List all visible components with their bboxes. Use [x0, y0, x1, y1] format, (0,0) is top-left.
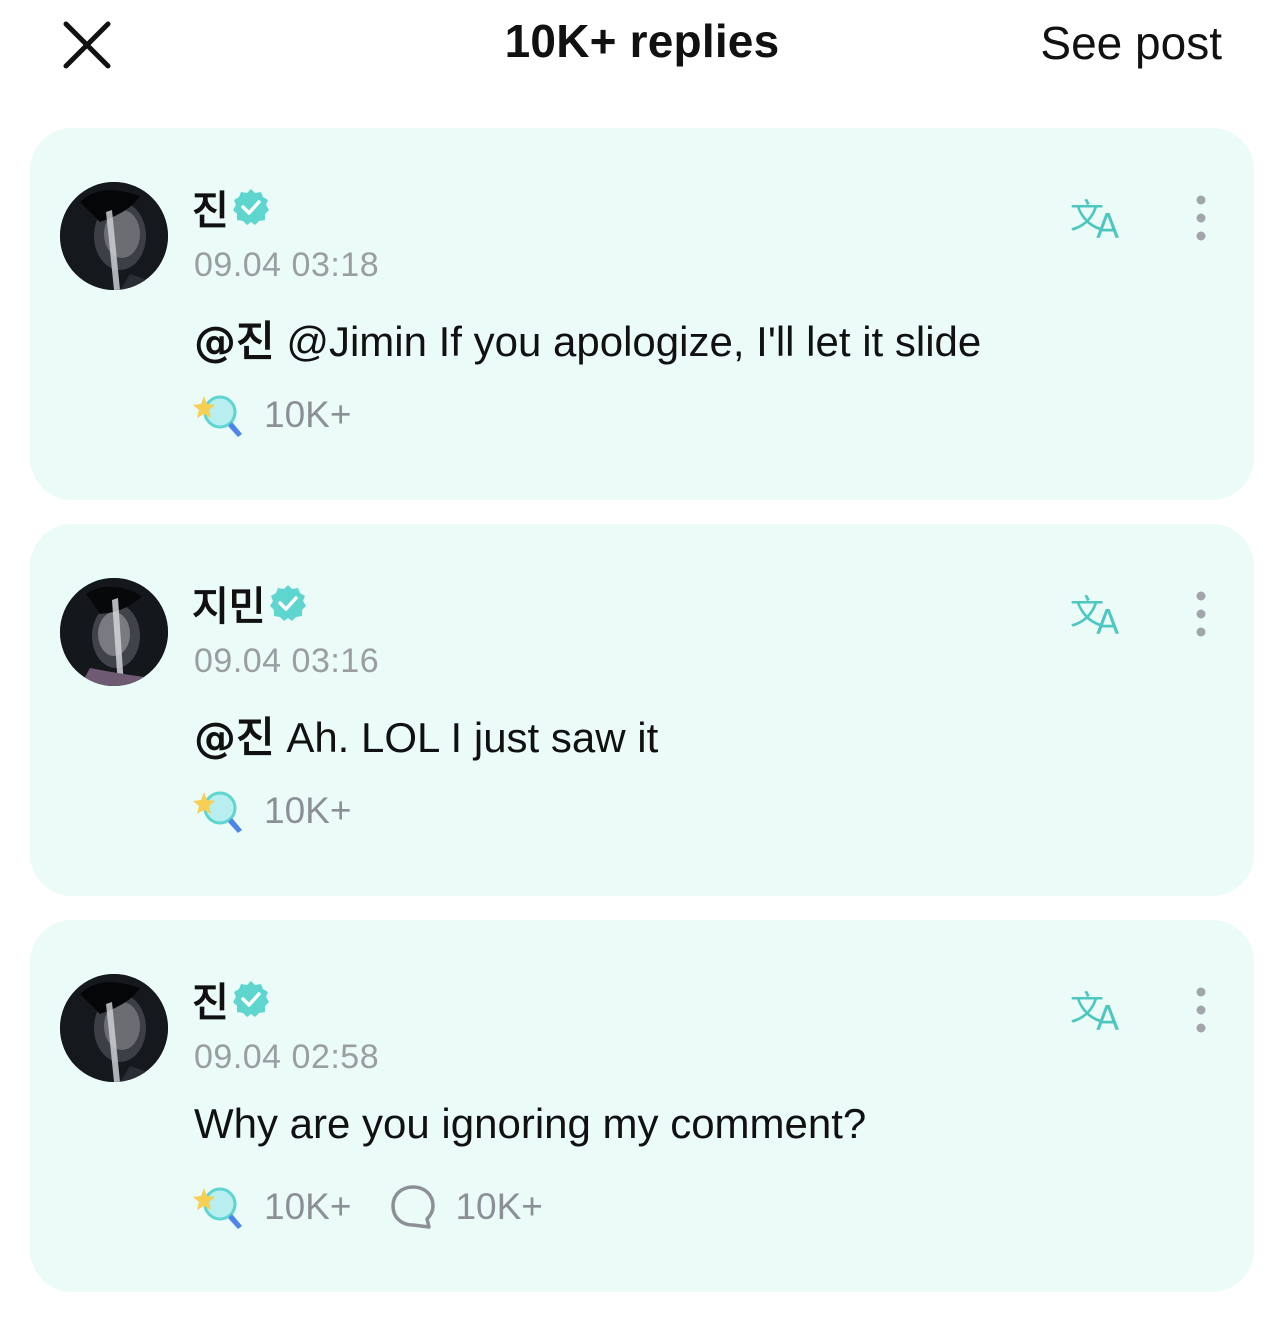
star-lightstick-reaction-icon[interactable]: [192, 390, 246, 440]
comment-card: 지민 09.04 03:16 @진 Ah. LOL I just saw it …: [30, 524, 1254, 896]
mention[interactable]: @진: [194, 317, 275, 366]
translate-icon[interactable]: 文 A: [1070, 984, 1134, 1036]
verified-badge-icon: [232, 189, 269, 225]
comment-body: Why are you ignoring my comment?: [194, 1100, 867, 1147]
avatar[interactable]: [60, 578, 168, 686]
comment-footer: 10K+ 10K+: [192, 1182, 543, 1232]
comment-text: @진 Ah. LOL I just saw it: [194, 704, 658, 765]
timestamp: 09.04 03:16: [194, 642, 380, 680]
avatar[interactable]: [60, 182, 168, 290]
timestamp: 09.04 03:18: [194, 246, 380, 284]
avatar[interactable]: [60, 974, 168, 1082]
author-row: 진: [192, 182, 271, 234]
mention[interactable]: @진: [194, 713, 275, 762]
svg-text:A: A: [1096, 999, 1119, 1036]
comment-text: Why are you ignoring my comment?: [194, 1100, 866, 1148]
timestamp: 09.04 02:58: [194, 1038, 380, 1076]
author-name[interactable]: 진: [192, 178, 229, 236]
star-lightstick-reaction-icon[interactable]: [192, 786, 246, 836]
reaction-count: 10K+: [264, 790, 352, 831]
translate-icon[interactable]: 文 A: [1070, 192, 1134, 244]
verified-badge-icon: [269, 585, 306, 621]
speech-bubble-icon[interactable]: [389, 1183, 437, 1231]
author-row: 지민: [192, 578, 308, 630]
reply-count: 10K+: [455, 1186, 543, 1227]
comment-footer: 10K+: [192, 390, 351, 440]
svg-text:A: A: [1096, 207, 1119, 244]
comment-body: Ah. LOL I just saw it: [286, 714, 659, 761]
more-vertical-icon[interactable]: [1186, 192, 1216, 244]
header: 10K+ replies See post: [0, 0, 1284, 100]
comment-text: @진 @Jimin If you apologize, I'll let it …: [194, 308, 981, 369]
verified-badge-icon: [232, 981, 269, 1017]
svg-text:A: A: [1096, 603, 1119, 640]
author-name[interactable]: 진: [192, 970, 229, 1028]
translate-icon[interactable]: 文 A: [1070, 588, 1134, 640]
close-button[interactable]: [56, 16, 120, 76]
star-lightstick-reaction-icon[interactable]: [192, 1182, 246, 1232]
author-row: 진: [192, 974, 271, 1026]
comment-card: 진 09.04 02:58 Why are you ignoring my co…: [30, 920, 1254, 1292]
reaction-count: 10K+: [264, 1186, 352, 1227]
comment-card: 진 09.04 03:18 @진 @Jimin If you apologize…: [30, 128, 1254, 500]
more-vertical-icon[interactable]: [1186, 984, 1216, 1036]
author-name[interactable]: 지민: [192, 574, 266, 632]
reaction-count: 10K+: [264, 394, 352, 435]
close-icon: [63, 21, 111, 69]
comment-footer: 10K+: [192, 786, 351, 836]
comment-body: @Jimin If you apologize, I'll let it sli…: [286, 318, 982, 365]
see-post-link[interactable]: See post: [1040, 16, 1222, 70]
more-vertical-icon[interactable]: [1186, 588, 1216, 640]
comment-list: 진 09.04 03:18 @진 @Jimin If you apologize…: [30, 128, 1254, 1316]
